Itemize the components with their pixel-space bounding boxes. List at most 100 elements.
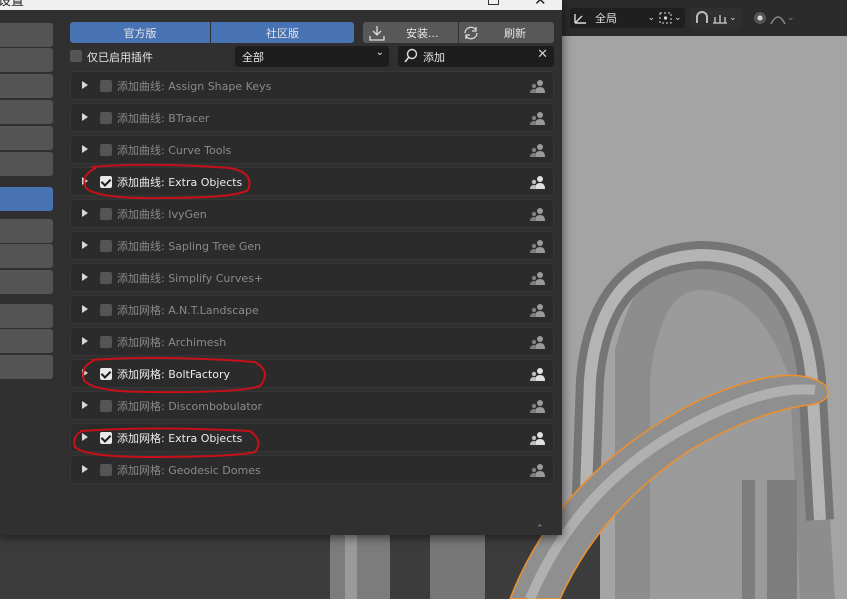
install-label: 安装... <box>406 26 439 40</box>
addon-row[interactable]: 添加网格: Archimesh <box>70 327 554 356</box>
window-title: 设置 <box>0 0 25 9</box>
user-icon <box>530 240 545 253</box>
nav-item[interactable] <box>0 48 53 72</box>
addon-row[interactable]: 添加曲线: Assign Shape Keys <box>70 71 554 100</box>
expand-triangle-icon[interactable] <box>82 177 88 185</box>
addon-label: 添加曲线: Assign Shape Keys <box>117 80 272 93</box>
addon-row[interactable]: 添加网格: Extra Objects <box>70 423 554 452</box>
addon-enable-checkbox[interactable] <box>100 272 112 284</box>
nav-item[interactable] <box>0 74 53 98</box>
pivot-point-dropdown[interactable]: ⌄ <box>655 8 685 28</box>
addon-label: 添加网格: Geodesic Domes <box>117 464 261 477</box>
expand-triangle-icon[interactable] <box>82 209 88 217</box>
addon-enable-checkbox[interactable] <box>100 176 112 188</box>
addon-enable-checkbox[interactable] <box>100 336 112 348</box>
addon-row[interactable]: 添加曲线: IvyGen <box>70 199 554 228</box>
nav-item[interactable] <box>0 152 53 176</box>
addon-row[interactable]: 添加曲线: BTracer <box>70 103 554 132</box>
addon-label: 添加曲线: Sapling Tree Gen <box>117 240 262 253</box>
user-icon <box>530 272 545 285</box>
nav-item[interactable] <box>0 270 53 294</box>
addon-label: 添加网格: Archimesh <box>117 336 227 349</box>
enabled-only-checkbox[interactable] <box>70 50 82 62</box>
addon-row[interactable]: 添加曲线: Sapling Tree Gen <box>70 231 554 260</box>
expand-triangle-icon[interactable] <box>82 465 88 473</box>
addon-enable-checkbox[interactable] <box>100 400 112 412</box>
expand-triangle-icon[interactable] <box>82 81 88 89</box>
nav-item[interactable] <box>0 244 53 268</box>
addon-enable-checkbox[interactable] <box>100 432 112 444</box>
addon-row[interactable]: 添加曲线: Extra Objects <box>70 167 554 196</box>
addon-row[interactable]: 添加网格: A.N.T.Landscape <box>70 295 554 324</box>
addon-row[interactable]: 添加网格: Discombobulator <box>70 391 554 420</box>
chevron-down-icon: ⌄ <box>674 13 682 23</box>
expand-triangle-icon[interactable] <box>82 241 88 249</box>
addon-label: 添加网格: A.N.T.Landscape <box>117 304 259 317</box>
tab-community-label: 社区版 <box>266 26 299 40</box>
addon-enable-checkbox[interactable] <box>100 464 112 476</box>
addon-enable-checkbox[interactable] <box>100 240 112 252</box>
nav-item[interactable] <box>0 219 53 243</box>
user-icon <box>530 464 545 477</box>
user-icon <box>530 432 545 445</box>
nav-item[interactable] <box>0 355 53 379</box>
viewport-header: 全局 ⌄ ⌄ ⌄ ⌄ <box>562 0 847 36</box>
nav-item[interactable] <box>0 23 53 47</box>
snap-increment-icon <box>713 15 727 24</box>
nav-item[interactable] <box>0 329 53 353</box>
clear-search-icon[interactable]: ✕ <box>537 47 548 62</box>
addon-row[interactable]: 添加曲线: Curve Tools <box>70 135 554 164</box>
expand-triangle-icon[interactable] <box>82 433 88 441</box>
filter-row: 仅已启用插件 全部 ⌄ 添加 ✕ <box>70 46 554 67</box>
refresh-button[interactable]: 刷新 <box>459 22 554 43</box>
search-value: 添加 <box>423 51 445 64</box>
preferences-window: 设置 ✕ 官方版 社区版 安装... 刷新 仅已启用插件 全部 ⌄ 添加 ✕ 添… <box>0 0 562 535</box>
addon-enable-checkbox[interactable] <box>100 144 112 156</box>
addon-row[interactable]: 添加网格: Geodesic Domes <box>70 455 554 484</box>
close-icon[interactable]: ✕ <box>534 0 547 9</box>
tab-community[interactable]: 社区版 <box>211 22 354 43</box>
user-icon <box>530 368 545 381</box>
expand-triangle-icon[interactable] <box>82 337 88 345</box>
expand-triangle-icon[interactable] <box>82 145 88 153</box>
install-button[interactable]: 安装... <box>363 22 458 43</box>
expand-triangle-icon[interactable] <box>82 305 88 313</box>
addon-enable-checkbox[interactable] <box>100 112 112 124</box>
nav-item[interactable] <box>0 126 53 150</box>
snap-toggle[interactable]: ⌄ <box>690 8 742 28</box>
expand-triangle-icon[interactable] <box>82 273 88 281</box>
addon-label: 添加网格: Extra Objects <box>117 432 243 445</box>
addon-enable-checkbox[interactable] <box>100 304 112 316</box>
category-value: 全部 <box>242 51 264 64</box>
proportional-edit-icon <box>754 12 766 24</box>
addon-label: 添加曲线: Curve Tools <box>117 144 232 157</box>
search-icon <box>404 48 418 63</box>
nav-item[interactable] <box>0 100 53 124</box>
addon-enable-checkbox[interactable] <box>100 368 112 380</box>
user-icon <box>530 304 545 317</box>
addon-row[interactable]: 添加曲线: Simplify Curves+ <box>70 263 554 292</box>
enabled-only-label: 仅已启用插件 <box>87 51 153 64</box>
nav-item[interactable] <box>0 304 53 328</box>
nav-item-addons[interactable] <box>0 187 53 211</box>
addon-enable-checkbox[interactable] <box>100 80 112 92</box>
expand-triangle-icon[interactable] <box>82 401 88 409</box>
maximize-icon[interactable] <box>488 0 499 5</box>
category-dropdown[interactable]: 全部 ⌄ <box>235 46 389 67</box>
proportional-edit-toggle[interactable]: ⌄ <box>748 8 800 28</box>
addon-row[interactable]: 添加网格: BoltFactory <box>70 359 554 388</box>
user-icon <box>530 144 545 157</box>
pivot-icon <box>659 12 672 24</box>
expand-triangle-icon[interactable] <box>82 113 88 121</box>
search-input[interactable]: 添加 ✕ <box>398 46 554 67</box>
refresh-icon <box>464 26 478 39</box>
chevron-down-icon: ⌄ <box>787 13 795 23</box>
addon-enable-checkbox[interactable] <box>100 208 112 220</box>
download-icon <box>369 25 385 41</box>
expand-triangle-icon[interactable] <box>82 369 88 377</box>
chevron-down-icon: ⌄ <box>729 13 737 23</box>
transform-orientation-dropdown[interactable]: 全局 ⌄ <box>570 8 658 28</box>
tab-official[interactable]: 官方版 <box>70 22 210 43</box>
user-icon <box>530 208 545 221</box>
scroll-up-icon[interactable]: ⌃ <box>536 524 544 534</box>
